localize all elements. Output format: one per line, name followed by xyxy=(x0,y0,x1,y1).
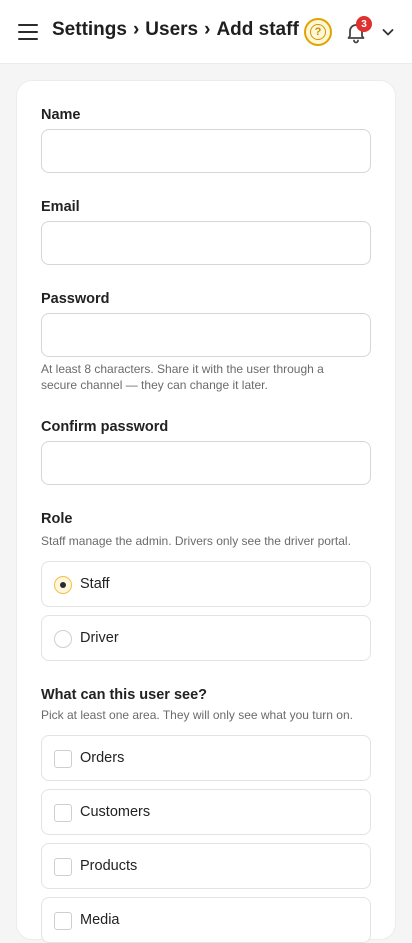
add-staff-form: Name Email Password At least 8 character… xyxy=(16,80,396,943)
password-help-line: At least 8 characters. Share it with the… xyxy=(41,362,324,376)
area-option-label: Media xyxy=(80,912,120,928)
name-label: Name xyxy=(41,107,81,123)
role-option-driver[interactable]: Driver xyxy=(41,615,371,661)
role-label: Role xyxy=(41,511,73,527)
role-option-staff[interactable]: Staff xyxy=(41,561,371,607)
help-circle-icon: ? xyxy=(310,24,326,40)
password-help-text: At least 8 characters. Share it with the… xyxy=(41,361,361,393)
password-input[interactable] xyxy=(41,313,371,357)
checkbox-icon[interactable] xyxy=(54,804,72,822)
breadcrumb-settings[interactable]: Settings xyxy=(52,19,127,41)
radio-unchecked-icon[interactable] xyxy=(54,630,72,648)
area-option-label: Orders xyxy=(80,750,125,766)
breadcrumb-users[interactable]: Users xyxy=(145,19,198,41)
email-label: Email xyxy=(41,199,80,215)
confirm-password-input[interactable] xyxy=(41,441,371,485)
role-option-label: Driver xyxy=(80,630,119,646)
area-option-media[interactable]: Media xyxy=(41,897,371,943)
password-help-line: secure channel — they can change it late… xyxy=(41,378,268,392)
chevron-down-icon[interactable] xyxy=(380,24,396,40)
role-option-label: Staff xyxy=(80,576,110,592)
breadcrumb: Settings › Users › Add staff xyxy=(52,19,299,41)
breadcrumb-separator: › xyxy=(132,19,140,40)
area-option-label: Customers xyxy=(80,804,151,820)
breadcrumb-separator: › xyxy=(204,19,211,40)
area-option-label: Products xyxy=(80,858,138,874)
area-option-orders[interactable]: Orders xyxy=(41,735,371,781)
visibility-help-text: Pick at least one area. They will only s… xyxy=(41,708,353,722)
email-input[interactable] xyxy=(41,221,371,265)
notification-count-badge: 3 xyxy=(356,16,372,32)
password-label: Password xyxy=(41,291,110,307)
confirm-password-label: Confirm password xyxy=(41,419,169,435)
radio-checked-icon[interactable] xyxy=(54,576,72,594)
area-option-customers[interactable]: Customers xyxy=(41,789,371,835)
role-help-text: Staff manage the admin. Drivers only see… xyxy=(41,534,351,548)
checkbox-icon[interactable] xyxy=(54,750,72,768)
top-bar: Settings › Users › Add staff ? 3 xyxy=(0,0,412,64)
area-option-products[interactable]: Products xyxy=(41,843,371,889)
page-title: Add staff xyxy=(216,19,299,40)
name-input[interactable] xyxy=(41,129,371,173)
menu-icon[interactable] xyxy=(17,22,39,42)
help-button[interactable]: ? xyxy=(304,18,332,46)
checkbox-icon[interactable] xyxy=(54,858,72,876)
visibility-label: What can this user see? xyxy=(41,687,207,703)
